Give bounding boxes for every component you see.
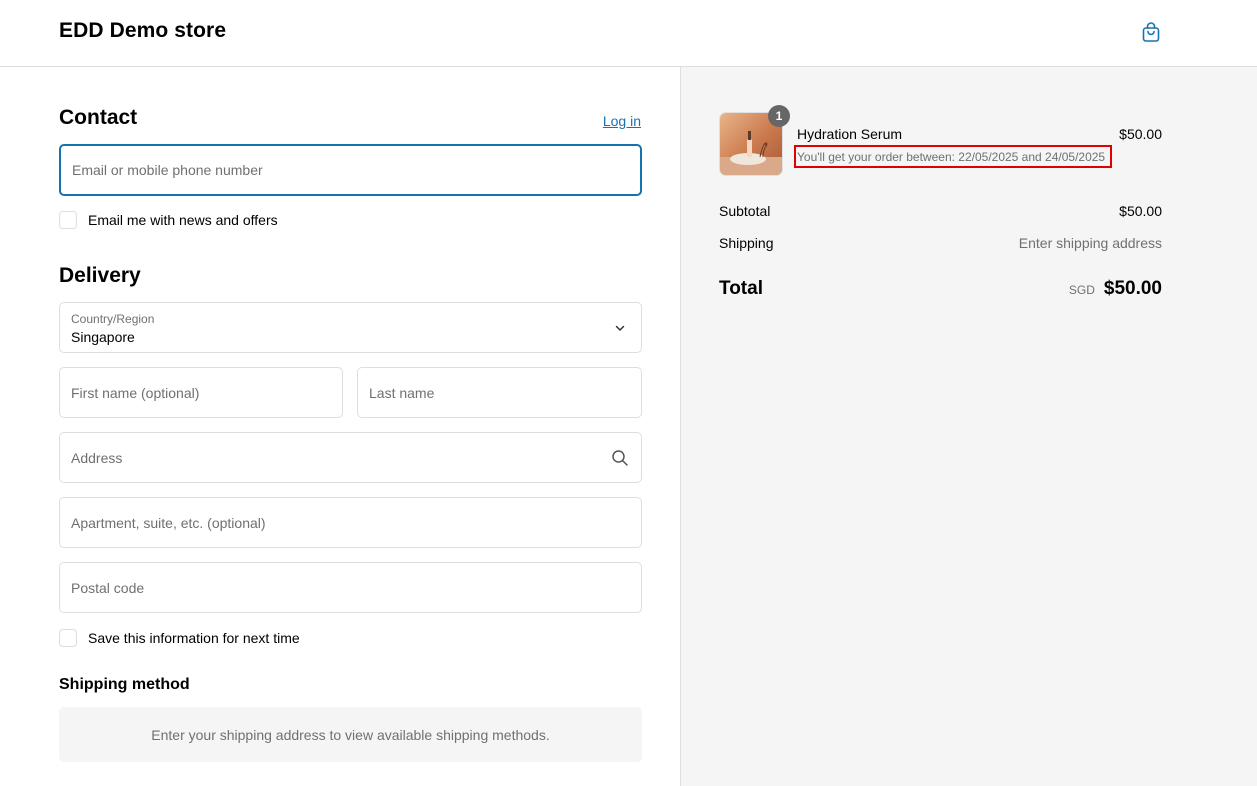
shipping-method-title: Shipping method: [59, 676, 190, 693]
shipping-label: Shipping: [719, 235, 774, 251]
total-value: $50.00: [1103, 278, 1162, 299]
subtotal-value: $50.00: [1119, 203, 1162, 219]
country-select[interactable]: Country/Region Singapore: [59, 302, 642, 353]
first-name-input[interactable]: [71, 384, 302, 401]
estimated-delivery-text: You'll get your order between: 22/05/202…: [797, 149, 1106, 164]
address-input[interactable]: [71, 449, 601, 466]
save-info-option[interactable]: Save this information for next time: [59, 628, 300, 648]
total-label: Total: [719, 278, 763, 299]
save-info-label: Save this information for next time: [88, 630, 300, 646]
postal-code-field[interactable]: [59, 562, 642, 613]
shipping-method-message: Enter your shipping address to view avai…: [59, 707, 642, 762]
shipping-method-text: Enter your shipping address to view avai…: [151, 726, 550, 743]
delivery-title: Delivery: [59, 264, 141, 287]
product-thumbnail: 1: [719, 105, 790, 176]
estimated-delivery-note: You'll get your order between: 22/05/202…: [794, 145, 1112, 168]
search-icon[interactable]: [611, 449, 629, 467]
login-link[interactable]: Log in: [603, 113, 641, 129]
newsletter-label: Email me with news and offers: [88, 212, 278, 228]
total-amount: SGD $50.00: [1069, 278, 1162, 300]
currency-code: SGD: [1068, 283, 1095, 297]
first-name-field[interactable]: [59, 367, 343, 418]
last-name-field[interactable]: [357, 367, 642, 418]
contact-title: Contact: [59, 106, 138, 129]
product-name: Hydration Serum: [797, 126, 903, 142]
shipping-value: Enter shipping address: [1018, 235, 1162, 251]
email-input[interactable]: [72, 162, 600, 178]
quantity-badge: 1: [768, 105, 790, 127]
checkout-form: Contact Log in Email me with news and of…: [0, 67, 680, 786]
newsletter-option[interactable]: Email me with news and offers: [59, 210, 278, 230]
order-summary: 1 Hydration Serum $50.00 You'll get your…: [680, 67, 1257, 786]
address-field[interactable]: [59, 432, 642, 483]
apartment-input[interactable]: [71, 514, 601, 531]
subtotal-label: Subtotal: [719, 203, 771, 219]
postal-code-input[interactable]: [71, 579, 601, 596]
apartment-field[interactable]: [59, 497, 642, 548]
chevron-down-icon: [613, 321, 627, 335]
country-label: Country/Region: [71, 312, 155, 326]
last-name-input[interactable]: [369, 384, 601, 401]
save-info-checkbox[interactable]: [59, 629, 77, 647]
country-value: Singapore: [71, 329, 135, 345]
checkout-header: EDD Demo store: [0, 0, 1257, 67]
shopping-bag-icon[interactable]: [1139, 20, 1163, 44]
product-price: $50.00: [1119, 126, 1162, 142]
newsletter-checkbox[interactable]: [59, 211, 77, 229]
store-name[interactable]: EDD Demo store: [59, 19, 226, 43]
email-field[interactable]: [59, 144, 642, 196]
